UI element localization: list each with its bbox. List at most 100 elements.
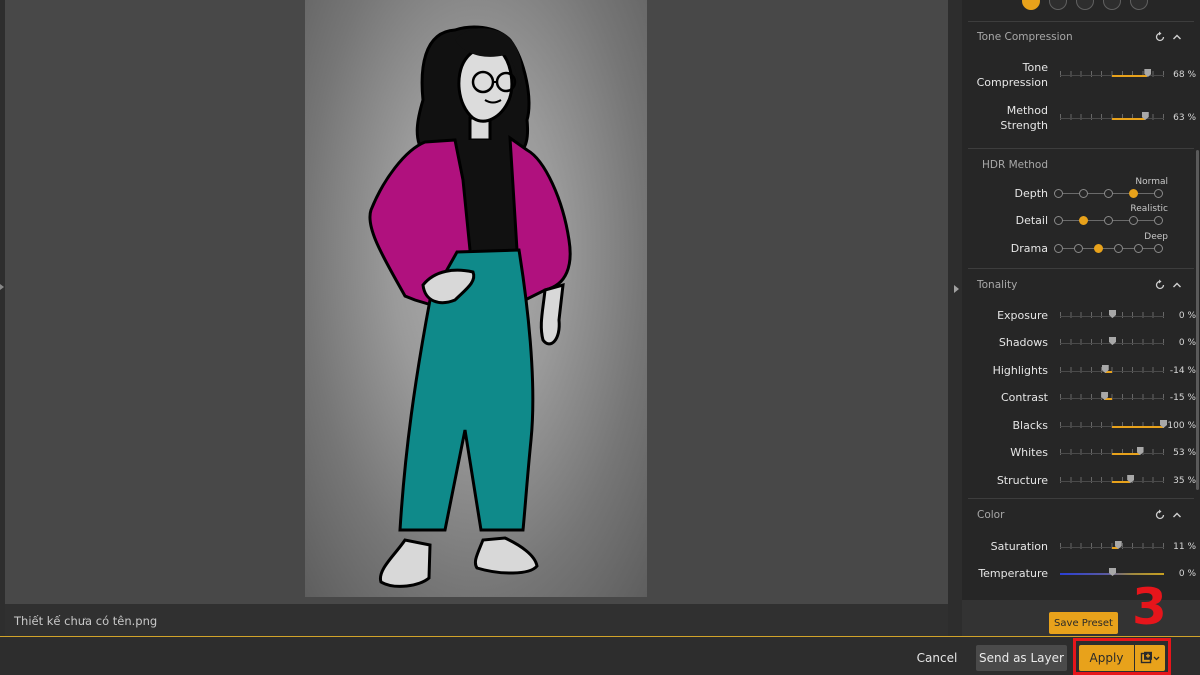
preset-dot[interactable] bbox=[1022, 0, 1040, 10]
chevron-up-icon[interactable] bbox=[1172, 280, 1182, 290]
slider-blacks[interactable] bbox=[1060, 419, 1167, 433]
filename-bar: Thiết kế chưa có tên.png bbox=[5, 604, 948, 636]
slider-value: 35 % bbox=[1173, 476, 1196, 486]
divider bbox=[968, 148, 1194, 149]
canvas-area[interactable] bbox=[0, 0, 950, 604]
panel-scrollbar[interactable] bbox=[1196, 150, 1199, 490]
slider-label: Blacks bbox=[1012, 419, 1049, 432]
slider-label: Exposure bbox=[997, 309, 1048, 322]
step-dot[interactable] bbox=[1079, 216, 1088, 225]
cancel-button[interactable]: Cancel bbox=[911, 645, 963, 671]
step-dot[interactable] bbox=[1104, 189, 1113, 198]
slider-value: -15 % bbox=[1169, 393, 1196, 403]
divider bbox=[968, 268, 1194, 269]
slider-label: Saturation bbox=[990, 540, 1048, 553]
slider-label: Whites bbox=[1010, 446, 1048, 459]
reset-icon[interactable] bbox=[1154, 31, 1166, 43]
hdr-step-name: Normal bbox=[1135, 177, 1168, 187]
step-dot[interactable] bbox=[1129, 216, 1138, 225]
slider-value: 100 % bbox=[1167, 421, 1196, 431]
step-line bbox=[1057, 248, 1159, 249]
section-title-tone-compression[interactable]: Tone Compression bbox=[977, 31, 1073, 43]
step-dot[interactable] bbox=[1054, 216, 1063, 225]
step-dot[interactable] bbox=[1104, 216, 1113, 225]
illustration-woman bbox=[368, 25, 572, 588]
slider-fill bbox=[1112, 453, 1140, 455]
slider-highlights[interactable] bbox=[1060, 364, 1164, 378]
step-dot[interactable] bbox=[1154, 189, 1163, 198]
slider-method-strength[interactable] bbox=[1060, 111, 1164, 125]
preset-selector bbox=[1022, 0, 1148, 10]
slider-label: Method Strength bbox=[1000, 104, 1048, 132]
slider-value: -14 % bbox=[1169, 366, 1196, 376]
annotation-step-number: 3 bbox=[1132, 578, 1167, 636]
preset-dot[interactable] bbox=[1076, 0, 1094, 10]
step-dot[interactable] bbox=[1054, 244, 1063, 253]
slider-track bbox=[1060, 371, 1164, 372]
divider bbox=[968, 498, 1194, 499]
slider-fill bbox=[1112, 481, 1131, 483]
preset-dot[interactable] bbox=[1103, 0, 1121, 10]
slider-shadows[interactable] bbox=[1060, 336, 1164, 350]
step-dot[interactable] bbox=[1074, 244, 1083, 253]
hdr-step-name: Deep bbox=[1144, 232, 1168, 242]
slider-tone-compression[interactable] bbox=[1060, 68, 1164, 82]
hdr-step-name: Realistic bbox=[1130, 204, 1168, 214]
chevron-up-icon[interactable] bbox=[1172, 32, 1182, 42]
slider-value: 0 % bbox=[1178, 338, 1196, 348]
hdr-label: Drama bbox=[1010, 242, 1048, 255]
adjustment-panel: Tone Compression HDR Method Tonality Col… bbox=[962, 0, 1200, 636]
slider-value: 0 % bbox=[1178, 311, 1196, 321]
slider-exposure[interactable] bbox=[1060, 309, 1164, 323]
slider-fill bbox=[1112, 118, 1145, 120]
filename-label: Thiết kế chưa có tên.png bbox=[14, 614, 158, 628]
divider bbox=[968, 21, 1194, 22]
hdr-step-slider-detail[interactable] bbox=[1054, 216, 1163, 226]
slider-value: 11 % bbox=[1173, 542, 1196, 552]
slider-label: Temperature bbox=[978, 567, 1048, 580]
slider-whites[interactable] bbox=[1060, 446, 1164, 460]
save-preset-button[interactable]: Save Preset bbox=[1049, 612, 1118, 634]
chevron-up-icon[interactable] bbox=[1172, 510, 1182, 520]
slider-ticks bbox=[1060, 394, 1164, 400]
step-dot[interactable] bbox=[1054, 189, 1063, 198]
send-as-layer-button[interactable]: Send as Layer bbox=[976, 645, 1067, 671]
left-panel-toggle-icon[interactable] bbox=[0, 284, 4, 290]
slider-structure[interactable] bbox=[1060, 474, 1164, 488]
reset-icon[interactable] bbox=[1154, 279, 1166, 291]
slider-value: 63 % bbox=[1173, 113, 1196, 123]
image-preview[interactable] bbox=[305, 0, 647, 597]
section-controls bbox=[1154, 509, 1182, 521]
section-title-color[interactable]: Color bbox=[977, 509, 1004, 521]
step-dot[interactable] bbox=[1079, 189, 1088, 198]
slider-label: Tone Compression bbox=[976, 61, 1048, 89]
step-dot[interactable] bbox=[1154, 244, 1163, 253]
step-dot[interactable] bbox=[1154, 216, 1163, 225]
hdr-label: Depth bbox=[1014, 187, 1048, 200]
slider-label: Highlights bbox=[992, 364, 1048, 377]
adjustment-scroll-area[interactable]: Tone Compression HDR Method Tonality Col… bbox=[962, 0, 1200, 600]
slider-fill bbox=[1112, 426, 1164, 428]
section-controls bbox=[1154, 31, 1182, 43]
step-dot[interactable] bbox=[1094, 244, 1103, 253]
slider-fill bbox=[1112, 75, 1148, 77]
panel-toggle-icon[interactable] bbox=[954, 285, 959, 293]
reset-icon[interactable] bbox=[1154, 509, 1166, 521]
slider-contrast[interactable] bbox=[1060, 391, 1164, 405]
slider-label: Shadows bbox=[998, 336, 1048, 349]
step-dot[interactable] bbox=[1129, 189, 1138, 198]
slider-value: 0 % bbox=[1178, 569, 1196, 579]
preset-dot[interactable] bbox=[1130, 0, 1148, 10]
hdr-step-slider-drama[interactable] bbox=[1054, 244, 1163, 254]
step-dot[interactable] bbox=[1114, 244, 1123, 253]
hdr-label: Detail bbox=[1015, 214, 1048, 227]
left-edge bbox=[0, 0, 5, 636]
preset-dot[interactable] bbox=[1049, 0, 1067, 10]
slider-label: Contrast bbox=[1000, 391, 1048, 404]
hdr-step-slider-depth[interactable] bbox=[1054, 189, 1163, 199]
step-dot[interactable] bbox=[1134, 244, 1143, 253]
slider-saturation[interactable] bbox=[1060, 540, 1164, 554]
section-title-tonality[interactable]: Tonality bbox=[977, 279, 1017, 291]
slider-value: 68 % bbox=[1173, 70, 1196, 80]
slider-track bbox=[1060, 398, 1164, 399]
